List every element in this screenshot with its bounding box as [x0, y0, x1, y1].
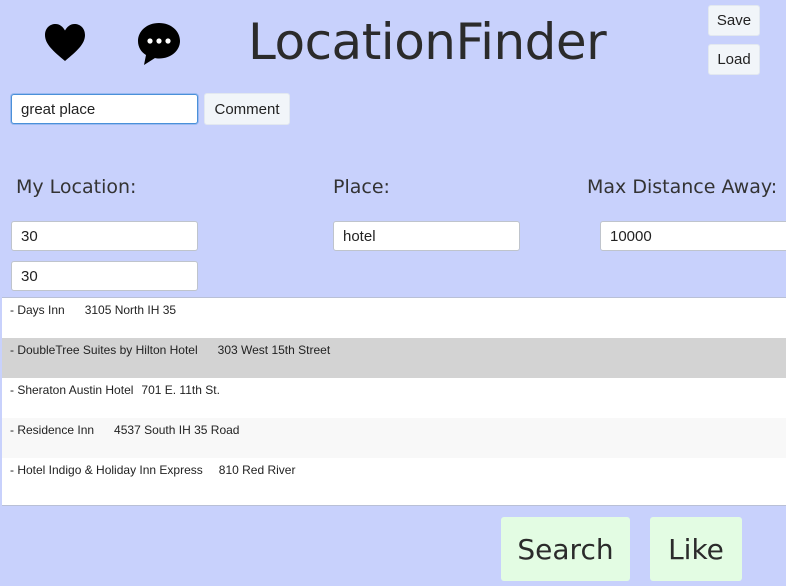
- load-button[interactable]: Load: [708, 44, 760, 75]
- max-distance-input[interactable]: [600, 221, 786, 251]
- result-name: - Sheraton Austin Hotel: [10, 383, 134, 397]
- comment-button[interactable]: Comment: [204, 93, 290, 125]
- result-name: - DoubleTree Suites by Hilton Hotel: [10, 343, 198, 357]
- comment-bubble-icon[interactable]: [136, 21, 182, 67]
- latitude-input[interactable]: [11, 221, 198, 251]
- like-button[interactable]: Like: [650, 517, 742, 581]
- search-button[interactable]: Search: [501, 517, 630, 581]
- results-list: - Days Inn 3105 North IH 35 - DoubleTree …: [2, 297, 786, 506]
- result-name: - Hotel Indigo & Holiday Inn Express: [10, 463, 203, 477]
- result-address: 3105 North IH 35: [84, 303, 177, 317]
- result-name: - Days Inn: [10, 303, 65, 317]
- heart-icon[interactable]: [44, 23, 86, 63]
- save-button[interactable]: Save: [708, 5, 760, 36]
- result-item[interactable]: - Days Inn 3105 North IH 35: [2, 298, 786, 338]
- result-name: - Residence Inn: [10, 423, 95, 437]
- result-item[interactable]: - Sheraton Austin Hotel 701 E. 11th St.: [2, 378, 786, 418]
- result-address: 701 E. 11th St.: [141, 383, 220, 397]
- result-item-selected[interactable]: - DoubleTree Suites by Hilton Hotel 303 W…: [2, 338, 786, 378]
- result-item[interactable]: - Hotel Indigo & Holiday Inn Express 810 …: [2, 458, 786, 498]
- longitude-input[interactable]: [11, 261, 198, 291]
- my-location-label: My Location:: [16, 176, 137, 198]
- result-address: 303 West 15th Street: [217, 343, 331, 357]
- place-input[interactable]: [333, 221, 520, 251]
- app-title: LocationFinder: [248, 13, 607, 71]
- result-address: 4537 South IH 35 Road: [114, 423, 240, 437]
- comment-input[interactable]: [11, 94, 198, 124]
- place-label: Place:: [333, 176, 390, 198]
- max-distance-label: Max Distance Away:: [587, 176, 778, 198]
- location-finder-app: LocationFinder Save Load Comment My Loca…: [0, 0, 786, 586]
- result-address: 810 Red River: [218, 463, 296, 477]
- result-item[interactable]: - Residence Inn 4537 South IH 35 Road: [2, 418, 786, 458]
